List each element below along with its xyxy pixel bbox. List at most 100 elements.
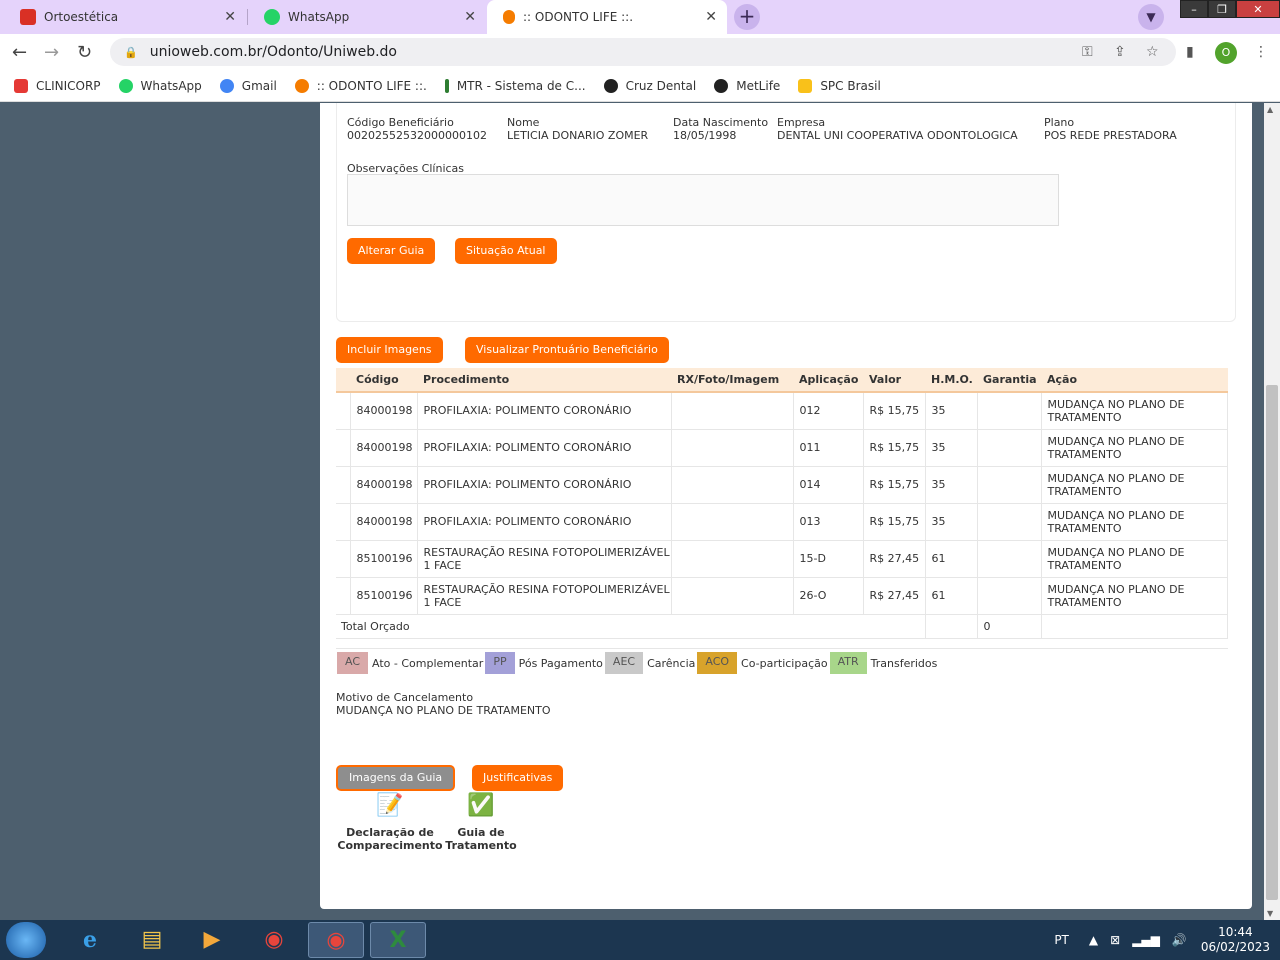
cell-aplicacao: 15-D	[793, 540, 864, 578]
google-icon	[219, 78, 234, 93]
cell-aplicacao: 012	[793, 392, 864, 430]
reload-icon[interactable]: ↻	[77, 42, 92, 63]
cell-valor: R$ 27,45	[863, 577, 926, 615]
key-icon[interactable]: ⚿	[1082, 44, 1093, 60]
cell-valor: R$ 15,75	[863, 503, 926, 541]
legend-label: Carência	[647, 656, 696, 670]
cell-garantia	[977, 392, 1042, 430]
maximize-button[interactable]: ❐	[1208, 0, 1236, 18]
close-tab-icon[interactable]: ✕	[705, 9, 717, 25]
bookmark-metlife[interactable]: MetLife	[714, 78, 780, 93]
imagens-da-guia-button[interactable]: Imagens da Guia	[336, 765, 456, 791]
cell-acao: MUDANÇA NO PLANO DE TRATAMENTO	[1041, 392, 1228, 430]
clock[interactable]: 10:44 06/02/2023	[1201, 925, 1270, 955]
bookmark-odonto-life[interactable]: :: ODONTO LIFE ::.	[294, 78, 427, 93]
cell-acao: MUDANÇA NO PLANO DE TRATAMENTO	[1041, 466, 1228, 504]
row-marker	[336, 392, 351, 430]
chrome-profile-icon[interactable]: ◉	[308, 922, 364, 958]
star-icon[interactable]: ☆	[1146, 44, 1159, 60]
col-garantia: Garantia	[977, 368, 1041, 393]
tab-search-button[interactable]: ▼	[1138, 4, 1164, 30]
new-tab-button[interactable]: +	[734, 4, 760, 30]
share-icon[interactable]: ⇪	[1114, 44, 1126, 60]
cell-valor: R$ 27,45	[863, 540, 926, 578]
bookmark-whatsapp[interactable]: WhatsApp	[118, 78, 202, 93]
globe-icon	[714, 78, 729, 93]
file-explorer-icon[interactable]: ▤	[124, 922, 180, 958]
close-tab-icon[interactable]: ✕	[464, 9, 476, 25]
table-row: 84000198 PROFILAXIA: POLIMENTO CORONÁRIO 0…	[336, 392, 1228, 430]
bookmark-spc-brasil[interactable]: SPC Brasil	[798, 78, 881, 93]
cell-rx	[671, 429, 794, 467]
total-label: Total Orçado	[336, 614, 926, 639]
legend-swatch-atr: ATR	[829, 652, 867, 674]
bookmark-gmail[interactable]: Gmail	[219, 78, 277, 93]
menu-icon[interactable]: ⋮	[1254, 44, 1268, 60]
bookmark-clinicorp[interactable]: CLINICORP	[14, 78, 101, 93]
folder-icon	[798, 78, 813, 93]
empresa: Empresa DENTAL UNI COOPERATIVA ODONTOLOGI…	[777, 116, 1018, 142]
close-tab-icon[interactable]: ✕	[224, 9, 236, 25]
vertical-scrollbar[interactable]: ▲ ▼	[1264, 103, 1280, 920]
minimize-button[interactable]: –	[1180, 0, 1208, 18]
lock-icon[interactable]: 🔒	[124, 46, 138, 59]
cell-hmo: 61	[925, 577, 978, 615]
language-indicator[interactable]: PT	[1054, 933, 1069, 947]
close-window-button[interactable]: ✕	[1236, 0, 1280, 18]
cell-hmo: 35	[925, 392, 978, 430]
incluir-imagens-button[interactable]: Incluir Imagens	[336, 337, 443, 363]
network-error-icon[interactable]: ⊠	[1110, 933, 1120, 947]
declaracao-comparecimento-link[interactable]: Declaração de Comparecimento	[336, 826, 444, 852]
signal-icon[interactable]: ▂▄▆	[1132, 933, 1160, 947]
legend-swatch-aco: ACO	[697, 652, 738, 674]
bookmark-mtr[interactable]: MTR - Sistema de C...	[444, 78, 586, 93]
col-acao: Ação	[1041, 368, 1228, 393]
alterar-guia-button[interactable]: Alterar Guia	[347, 238, 436, 264]
scroll-up-icon[interactable]: ▲	[1267, 105, 1273, 114]
system-tray: PT ▲ ⊠ ▂▄▆ 🔊 10:44 06/02/2023	[1054, 920, 1280, 960]
col-hmo: H.M.O.	[925, 368, 977, 393]
legend-label: Pós Pagamento	[518, 656, 603, 670]
internet-explorer-icon[interactable]: e	[62, 922, 118, 958]
visualizar-prontuario-button[interactable]: Visualizar Prontuário Beneficiário	[465, 337, 669, 363]
tray-arrow-icon[interactable]: ▲	[1089, 933, 1098, 947]
side-panel-icon[interactable]: ▮	[1186, 44, 1194, 60]
bookmark-cruz-dental[interactable]: Cruz Dental	[603, 78, 696, 93]
guia-tratamento-link[interactable]: Guia de Tratamento	[444, 826, 518, 852]
cell-codigo: 84000198	[350, 503, 418, 541]
cell-aplicacao: 013	[793, 503, 864, 541]
back-icon[interactable]: ←	[12, 42, 27, 63]
cell-hmo: 35	[925, 503, 978, 541]
col-rx: RX/Foto/Imagem	[671, 368, 793, 393]
whatsapp-favicon-icon	[264, 9, 280, 25]
legend-label: Ato - Complementar	[372, 656, 484, 670]
legend-label: Co-participação	[741, 656, 828, 670]
row-marker	[336, 577, 351, 615]
taskbar: e ▤ ▶ ◉ ◉ X PT ▲ ⊠ ▂▄▆ 🔊 10:44 06/02/2023	[0, 920, 1280, 960]
cell-hmo: 35	[925, 429, 978, 467]
observacoes-textarea[interactable]	[347, 174, 1059, 226]
volume-icon[interactable]: 🔊	[1172, 933, 1187, 947]
start-button[interactable]	[6, 922, 46, 958]
scroll-thumb[interactable]	[1266, 385, 1278, 900]
profile-avatar[interactable]: O	[1215, 42, 1237, 64]
check-document-icon[interactable]: ✅	[461, 793, 501, 823]
data-nascimento: Data Nascimento 18/05/1998	[673, 116, 769, 142]
chrome-icon[interactable]: ◉	[246, 922, 302, 958]
situacao-atual-button[interactable]: Situação Atual	[455, 238, 557, 264]
odonto-life-icon	[294, 78, 309, 93]
justificativas-button[interactable]: Justificativas	[472, 765, 564, 791]
excel-icon[interactable]: X	[370, 922, 426, 958]
page-viewport: Código Beneficiário 00202552532000000102 …	[0, 103, 1264, 920]
bookmark-label: WhatsApp	[140, 78, 202, 93]
document-icon[interactable]: 📝	[370, 793, 410, 823]
scroll-down-icon[interactable]: ▼	[1267, 909, 1273, 918]
forward-icon[interactable]: →	[44, 42, 59, 63]
table-row: 85100196 RESTAURAÇÃO RESINA FOTOPOLIMERIZ…	[336, 540, 1228, 578]
tab-odonto-life[interactable]: :: ODONTO LIFE ::. ✕	[487, 0, 727, 34]
cell-codigo: 84000198	[350, 392, 418, 430]
address-bar[interactable]: 🔒 unioweb.com.br/Odonto/Uniweb.do	[110, 38, 1176, 66]
media-player-icon[interactable]: ▶	[184, 922, 240, 958]
tab-whatsapp[interactable]: WhatsApp ✕	[248, 0, 486, 34]
tab-ortoestetica[interactable]: Ortoestética ✕	[4, 0, 246, 34]
